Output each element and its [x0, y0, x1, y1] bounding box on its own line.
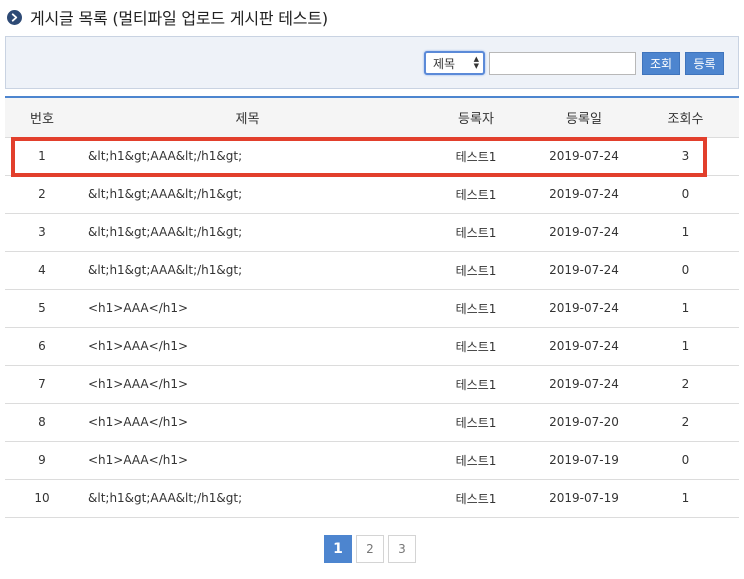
row-author: 테스트1: [416, 251, 536, 290]
row-views: 0: [632, 251, 739, 290]
row-num: 2: [5, 175, 79, 214]
row-title-link[interactable]: <h1>AAA</h1>: [79, 327, 416, 366]
page-button-current[interactable]: 1: [324, 535, 352, 563]
row-views: 1: [632, 479, 739, 518]
row-num: 7: [5, 365, 79, 404]
table-row[interactable]: 4 &lt;h1&gt;AAA&lt;/h1&gt; 테스트1 2019-07-…: [5, 251, 739, 290]
row-title-link[interactable]: &lt;h1&gt;AAA&lt;/h1&gt;: [79, 213, 416, 252]
row-date: 2019-07-24: [536, 365, 632, 404]
row-date: 2019-07-24: [536, 213, 632, 252]
search-panel: 제목 ▲ ▼ 조회 등록: [5, 36, 739, 89]
row-title-link[interactable]: &lt;h1&gt;AAA&lt;/h1&gt;: [79, 479, 416, 518]
row-author: 테스트1: [416, 365, 536, 404]
row-num: 8: [5, 403, 79, 442]
row-title-link[interactable]: <h1>AAA</h1>: [79, 289, 416, 328]
page-button[interactable]: 3: [388, 535, 416, 563]
row-num: 10: [5, 479, 79, 518]
row-views: 0: [632, 441, 739, 480]
row-date: 2019-07-19: [536, 479, 632, 518]
table-row[interactable]: 9 <h1>AAA</h1> 테스트1 2019-07-19 0: [5, 441, 739, 480]
search-type-value: 제목: [433, 56, 456, 71]
row-title-link[interactable]: <h1>AAA</h1>: [79, 441, 416, 480]
row-author: 테스트1: [416, 403, 536, 442]
row-title-link[interactable]: <h1>AAA</h1>: [79, 365, 416, 404]
table-row[interactable]: 8 <h1>AAA</h1> 테스트1 2019-07-20 2: [5, 403, 739, 442]
row-date: 2019-07-24: [536, 175, 632, 214]
page-header: 게시글 목록 (멀티파일 업로드 게시판 테스트): [7, 7, 328, 28]
row-date: 2019-07-24: [536, 289, 632, 328]
row-views: 1: [632, 289, 739, 328]
row-title-link[interactable]: <h1>AAA</h1>: [79, 403, 416, 442]
row-num: 3: [5, 213, 79, 252]
page-button[interactable]: 2: [356, 535, 384, 563]
row-date: 2019-07-19: [536, 441, 632, 480]
row-num: 6: [5, 327, 79, 366]
header-title: 제목: [79, 97, 416, 138]
row-views: 3: [632, 137, 739, 176]
row-author: 테스트1: [416, 175, 536, 214]
row-views: 0: [632, 175, 739, 214]
post-list-table: 번호 제목 등록자 등록일 조회수 1 &lt;h1&gt;AAA&lt;/h1…: [5, 96, 739, 518]
page-title: 게시글 목록 (멀티파일 업로드 게시판 테스트): [30, 9, 328, 28]
search-button[interactable]: 조회: [642, 52, 680, 75]
table-header-row: 번호 제목 등록자 등록일 조회수: [5, 97, 739, 138]
row-views: 2: [632, 403, 739, 442]
row-num: 4: [5, 251, 79, 290]
row-num: 5: [5, 289, 79, 328]
header-num: 번호: [5, 97, 79, 138]
table-row[interactable]: 2 &lt;h1&gt;AAA&lt;/h1&gt; 테스트1 2019-07-…: [5, 175, 739, 214]
row-date: 2019-07-24: [536, 327, 632, 366]
row-num: 1: [5, 137, 79, 176]
row-title-link[interactable]: &lt;h1&gt;AAA&lt;/h1&gt;: [79, 175, 416, 214]
search-type-select[interactable]: 제목 ▲ ▼: [424, 51, 485, 75]
header-date: 등록일: [536, 97, 632, 138]
table-row[interactable]: 6 <h1>AAA</h1> 테스트1 2019-07-24 1: [5, 327, 739, 366]
row-date: 2019-07-24: [536, 251, 632, 290]
table-row[interactable]: 7 <h1>AAA</h1> 테스트1 2019-07-24 2: [5, 365, 739, 404]
row-author: 테스트1: [416, 441, 536, 480]
table-row[interactable]: 10 &lt;h1&gt;AAA&lt;/h1&gt; 테스트1 2019-07…: [5, 479, 739, 518]
row-num: 9: [5, 441, 79, 480]
row-views: 2: [632, 365, 739, 404]
table-row[interactable]: 3 &lt;h1&gt;AAA&lt;/h1&gt; 테스트1 2019-07-…: [5, 213, 739, 252]
register-button[interactable]: 등록: [685, 52, 724, 75]
row-views: 1: [632, 213, 739, 252]
select-arrows-icon: ▲ ▼: [473, 55, 479, 70]
chevron-right-circle-icon: [7, 9, 22, 25]
header-views: 조회수: [632, 97, 739, 138]
row-title-link[interactable]: &lt;h1&gt;AAA&lt;/h1&gt;: [79, 137, 416, 176]
row-date: 2019-07-20: [536, 403, 632, 442]
pagination: 1 2 3: [324, 535, 416, 563]
row-author: 테스트1: [416, 289, 536, 328]
row-author: 테스트1: [416, 213, 536, 252]
row-author: 테스트1: [416, 327, 536, 366]
row-title-link[interactable]: &lt;h1&gt;AAA&lt;/h1&gt;: [79, 251, 416, 290]
row-author: 테스트1: [416, 479, 536, 518]
table-row[interactable]: 5 <h1>AAA</h1> 테스트1 2019-07-24 1: [5, 289, 739, 328]
table-row[interactable]: 1 &lt;h1&gt;AAA&lt;/h1&gt; 테스트1 2019-07-…: [5, 137, 739, 176]
header-author: 등록자: [416, 97, 536, 138]
row-date: 2019-07-24: [536, 137, 632, 176]
row-views: 1: [632, 327, 739, 366]
row-author: 테스트1: [416, 137, 536, 176]
search-input[interactable]: [489, 52, 636, 75]
